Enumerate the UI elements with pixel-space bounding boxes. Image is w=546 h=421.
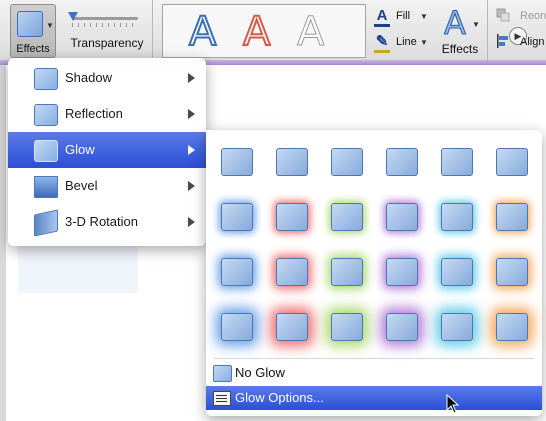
glow-variation-2-3[interactable] [331, 203, 363, 231]
wordart-style-white[interactable]: A [296, 9, 324, 56]
text-effects-button[interactable]: A ▼ Effects [440, 4, 480, 57]
text-line-icon: ✎ [374, 34, 390, 53]
text-effects-label: Effects [441, 42, 479, 56]
glow-variation-1-2[interactable] [276, 148, 308, 176]
glow-variation-4-4[interactable] [386, 313, 418, 341]
submenu-arrow-icon [188, 145, 195, 155]
chevron-down-icon: ▼ [46, 21, 54, 30]
reflection-icon [34, 104, 58, 126]
ribbon-divider [487, 0, 488, 60]
effects-button-label: Effects [16, 43, 50, 55]
chevron-down-icon: ▼ [472, 20, 480, 29]
effects-menu: Shadow Reflection Glow Bevel 3-D Rotatio… [8, 58, 206, 246]
glow-variation-2-5[interactable] [441, 203, 473, 231]
glow-variation-4-6[interactable] [496, 313, 528, 341]
menu-divider [214, 358, 534, 359]
chevron-down-icon: ▼ [420, 38, 428, 47]
reorder-label: Reord [520, 10, 546, 22]
glow-variation-4-3[interactable] [331, 313, 363, 341]
reorder-icon [496, 8, 510, 22]
mouse-pointer-icon [446, 394, 460, 414]
ribbon-divider [152, 0, 153, 60]
menu-item-label: Reflection [65, 106, 123, 121]
text-line-label: Line [396, 36, 417, 48]
glow-variation-4-5[interactable] [441, 313, 473, 341]
transparency-label: Transparency [70, 36, 144, 50]
glow-variation-3-1[interactable] [221, 258, 253, 286]
bevel-icon [34, 176, 58, 198]
chevron-down-icon: ▼ [420, 12, 428, 21]
menu-item-label: Shadow [65, 70, 112, 85]
submenu-arrow-icon [188, 181, 195, 191]
submenu-arrow-icon [188, 217, 195, 227]
glow-variation-3-2[interactable] [276, 258, 308, 286]
wordart-styles-gallery[interactable]: A A A ▶ [162, 4, 527, 58]
shape-effects-button[interactable]: ▼ Effects [10, 4, 56, 58]
glow-submenu: No Glow Glow Options... [206, 130, 542, 416]
submenu-arrow-icon [188, 73, 195, 83]
glow-options-label: Glow Options... [235, 390, 324, 405]
3d-rotation-icon [34, 209, 58, 237]
slider-ticks [72, 23, 138, 27]
wordart-style-blue[interactable]: A [188, 8, 217, 56]
glow-variation-1-5[interactable] [441, 148, 473, 176]
menu-item-bevel[interactable]: Bevel [8, 168, 206, 204]
reorder-button[interactable]: Reord [496, 8, 546, 26]
submenu-arrow-icon [188, 109, 195, 119]
glow-variation-3-3[interactable] [331, 258, 363, 286]
slider-thumb[interactable] [68, 12, 78, 21]
align-label: Align [520, 36, 545, 48]
glow-variation-3-5[interactable] [441, 258, 473, 286]
shadow-icon [34, 68, 58, 90]
format-options-icon [213, 391, 231, 406]
glow-options-item[interactable]: Glow Options... [206, 386, 542, 410]
text-effects-icon: A [444, 4, 467, 43]
glow-variation-2-2[interactable] [276, 203, 308, 231]
no-glow-icon [213, 365, 232, 382]
glow-variation-2-1[interactable] [221, 203, 253, 231]
text-fill-icon: A [374, 8, 390, 27]
menu-item-label: Glow [65, 142, 95, 157]
menu-item-label: Bevel [65, 178, 98, 193]
glow-variation-2-4[interactable] [386, 203, 418, 231]
menu-item-label: 3-D Rotation [65, 214, 138, 229]
text-line-button[interactable]: ✎ Line ▼ [372, 34, 432, 53]
glow-variation-3-6[interactable] [496, 258, 528, 286]
glow-variation-2-6[interactable] [496, 203, 528, 231]
align-button[interactable]: Align [496, 34, 546, 52]
ribbon-toolbar: ▼ Effects Transparency A A A ▶ A Fill ▼ … [0, 0, 546, 61]
glow-variation-1-4[interactable] [386, 148, 418, 176]
menu-item-glow[interactable]: Glow [8, 132, 206, 168]
align-icon [497, 34, 508, 48]
glow-variation-3-4[interactable] [386, 258, 418, 286]
glow-variation-1-1[interactable] [221, 148, 253, 176]
glow-icon [34, 140, 58, 162]
menu-item-3d-rotation[interactable]: 3-D Rotation [8, 204, 206, 240]
shape-effects-icon [17, 11, 43, 37]
menu-item-reflection[interactable]: Reflection [8, 96, 206, 132]
menu-item-shadow[interactable]: Shadow [8, 60, 206, 96]
transparency-slider[interactable] [68, 12, 138, 27]
no-glow-label: No Glow [235, 365, 285, 380]
glow-variation-4-1[interactable] [221, 313, 253, 341]
glow-variation-4-2[interactable] [276, 313, 308, 341]
slider-track [72, 17, 138, 20]
wordart-style-red[interactable]: A [242, 8, 271, 56]
glow-variation-1-6[interactable] [496, 148, 528, 176]
glow-variation-1-3[interactable] [331, 148, 363, 176]
no-glow-item[interactable]: No Glow [206, 362, 542, 384]
text-fill-label: Fill [396, 10, 411, 22]
text-fill-button[interactable]: A Fill ▼ [372, 8, 432, 27]
